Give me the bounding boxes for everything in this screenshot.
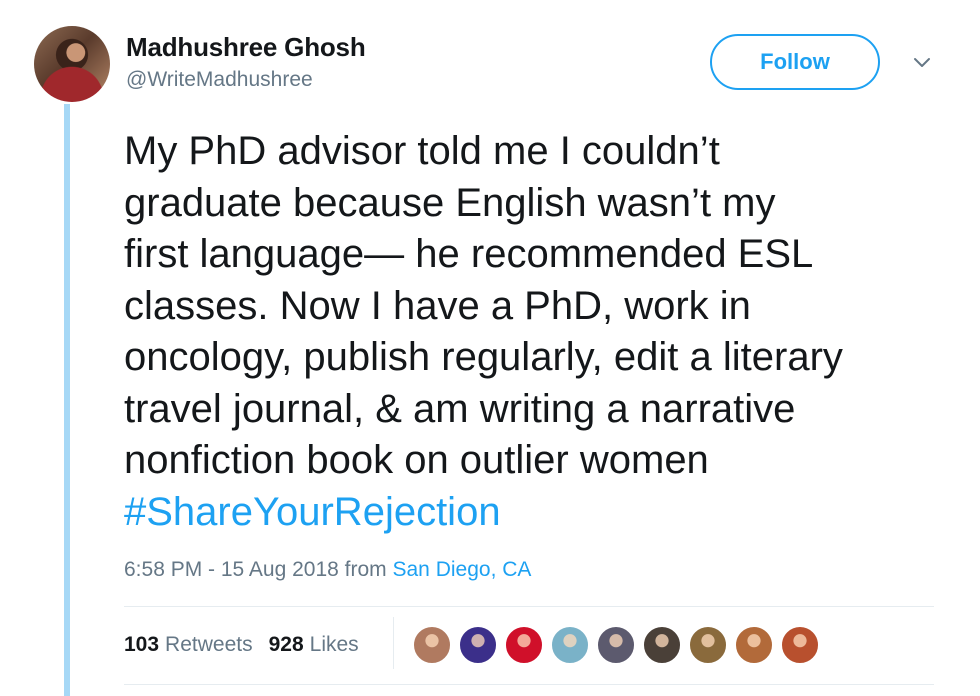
- liker-avatar[interactable]: [642, 625, 682, 665]
- retweet-label[interactable]: Retweets: [165, 633, 253, 657]
- like-count[interactable]: 928: [269, 633, 304, 657]
- liker-avatar[interactable]: [458, 625, 498, 665]
- avatar[interactable]: [34, 26, 110, 102]
- liker-avatar[interactable]: [780, 625, 820, 665]
- thread-line: [64, 104, 70, 696]
- liker-avatar[interactable]: [412, 625, 452, 665]
- tweet-line: classes. Now I have a PhD, work in: [124, 283, 751, 328]
- divider: [124, 606, 934, 607]
- liker-avatar[interactable]: [688, 625, 728, 665]
- follow-button[interactable]: Follow: [710, 34, 880, 90]
- tweet-line: graduate because English wasn’t my: [124, 180, 776, 225]
- divider: [124, 684, 934, 685]
- like-label[interactable]: Likes: [310, 633, 359, 657]
- location-link[interactable]: San Diego, CA: [393, 558, 532, 581]
- chevron-down-icon[interactable]: [908, 50, 936, 74]
- tweet-stats: 103 Retweets 928 Likes: [124, 628, 359, 662]
- liker-avatar[interactable]: [596, 625, 636, 665]
- liker-avatar[interactable]: [734, 625, 774, 665]
- user-name[interactable]: Madhushree Ghosh: [126, 32, 366, 63]
- tweet-text: My PhD advisor told me I couldn’t gradua…: [124, 126, 964, 538]
- user-handle[interactable]: @WriteMadhushree: [126, 68, 313, 92]
- tweet-line: travel journal, & am writing a narrative: [124, 386, 796, 431]
- tweet-timestamp[interactable]: 6:58 PM - 15 Aug 2018 from: [124, 558, 393, 581]
- hashtag-link[interactable]: #ShareYourRejection: [124, 487, 964, 539]
- tweet-meta: 6:58 PM - 15 Aug 2018 from San Diego, CA: [124, 558, 531, 582]
- liker-avatar[interactable]: [550, 625, 590, 665]
- tweet-line: My PhD advisor told me I couldn’t: [124, 129, 720, 173]
- liker-avatar[interactable]: [504, 625, 544, 665]
- divider: [393, 617, 394, 669]
- tweet-line: oncology, publish regularly, edit a lite…: [124, 335, 843, 379]
- retweet-count[interactable]: 103: [124, 633, 159, 657]
- tweet-line: first language— he recommended ESL: [124, 232, 814, 276]
- tweet-line: nonfiction book on outlier women: [124, 438, 709, 482]
- liker-avatars: [412, 625, 826, 665]
